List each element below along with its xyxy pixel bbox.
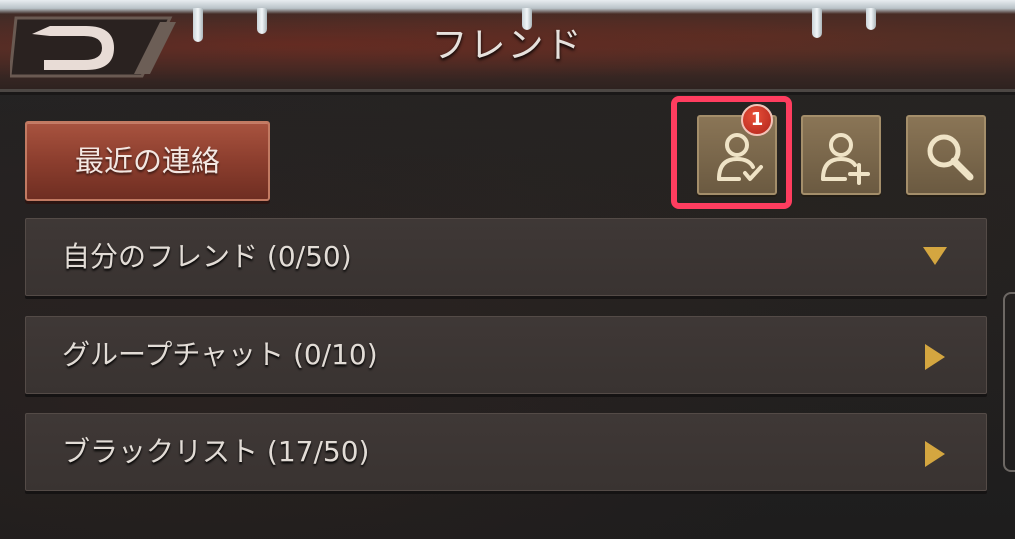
search-button[interactable] bbox=[906, 115, 986, 195]
list-item-label: ブラックリスト (17/50) bbox=[62, 435, 370, 468]
side-scroll-handle[interactable] bbox=[1003, 292, 1015, 472]
frost-decoration bbox=[0, 0, 1015, 14]
triangle-right-icon bbox=[925, 441, 945, 467]
list-item-label: 自分のフレンド (0/50) bbox=[62, 240, 352, 273]
notification-badge: 1 bbox=[741, 104, 773, 136]
header-bar: フレンド bbox=[0, 0, 1015, 92]
add-friend-icon bbox=[821, 133, 870, 185]
triangle-right-icon bbox=[925, 344, 945, 370]
triangle-down-icon bbox=[923, 247, 947, 265]
list-item-group-chat[interactable]: グループチャット (0/10) bbox=[25, 316, 987, 394]
list-item-my-friends[interactable]: 自分のフレンド (0/50) bbox=[25, 218, 987, 296]
highlight-frame bbox=[671, 96, 792, 209]
recent-contacts-button[interactable]: 最近の連絡 bbox=[25, 121, 270, 201]
search-icon bbox=[927, 134, 974, 181]
list-item-label: グループチャット (0/10) bbox=[62, 338, 378, 371]
list-item-blacklist[interactable]: ブラックリスト (17/50) bbox=[25, 413, 987, 491]
page-title: フレンド bbox=[431, 25, 584, 66]
add-friend-button[interactable] bbox=[801, 115, 881, 195]
friends-screen: フレンド 最近の連絡 1 自分のフレンド (0/50) グループチャット (0/… bbox=[0, 0, 1015, 539]
